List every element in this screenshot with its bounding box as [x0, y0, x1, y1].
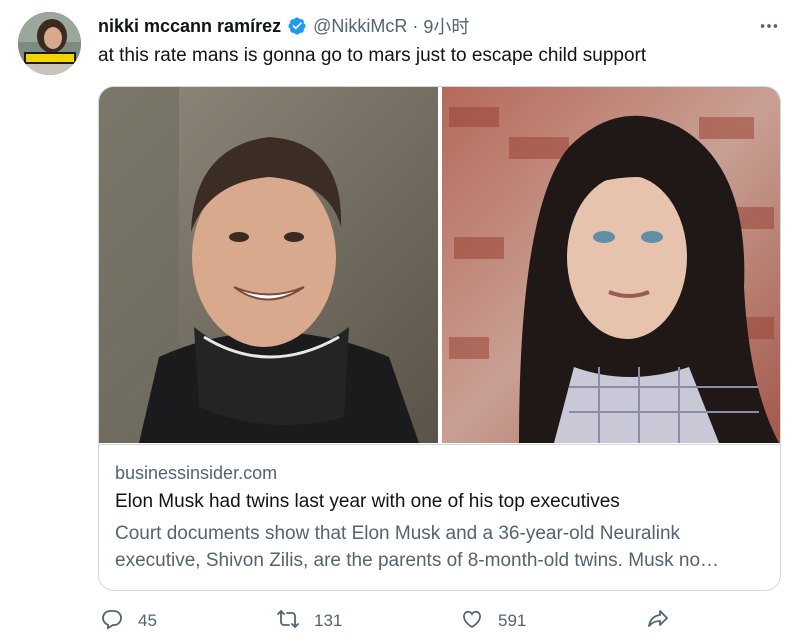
verified-badge-icon	[287, 16, 307, 36]
card-body: businessinsider.com Elon Musk had twins …	[99, 444, 780, 571]
retweet-count: 131	[314, 611, 343, 630]
link-card[interactable]: businessinsider.com Elon Musk had twins …	[98, 86, 781, 591]
retweet-button[interactable]: 131	[276, 604, 342, 638]
share-button[interactable]	[646, 604, 670, 638]
heart-icon	[460, 607, 484, 636]
card-domain: businessinsider.com	[115, 463, 278, 483]
tweet-header: nikki mccann ramírez @NikkiMcR · 9小时	[98, 14, 469, 38]
author-name[interactable]: nikki mccann ramírez	[98, 16, 281, 37]
card-image	[99, 87, 780, 443]
reply-count: 45	[138, 611, 157, 630]
like-button[interactable]: 591	[460, 604, 526, 638]
tweet-timestamp[interactable]: 9小时	[423, 13, 469, 39]
card-title: Elon Musk had twins last year with one o…	[115, 491, 620, 512]
tweet-actions: 45 131 591	[98, 604, 781, 638]
avatar-image	[18, 12, 81, 75]
like-count: 591	[498, 611, 527, 630]
reply-icon	[100, 607, 124, 636]
author-avatar[interactable]	[18, 12, 81, 75]
header-separator: ·	[412, 15, 419, 36]
photo-right	[442, 87, 780, 443]
retweet-icon	[276, 607, 300, 636]
reply-button[interactable]: 45	[100, 604, 157, 638]
share-icon	[646, 607, 670, 636]
photo-left	[99, 87, 438, 443]
more-horizontal-icon[interactable]	[755, 14, 783, 38]
author-handle[interactable]: @NikkiMcR	[313, 16, 407, 37]
card-description: Court documents show that Elon Musk and …	[115, 523, 720, 571]
tweet-text: at this rate mans is gonna go to mars ju…	[98, 45, 647, 66]
